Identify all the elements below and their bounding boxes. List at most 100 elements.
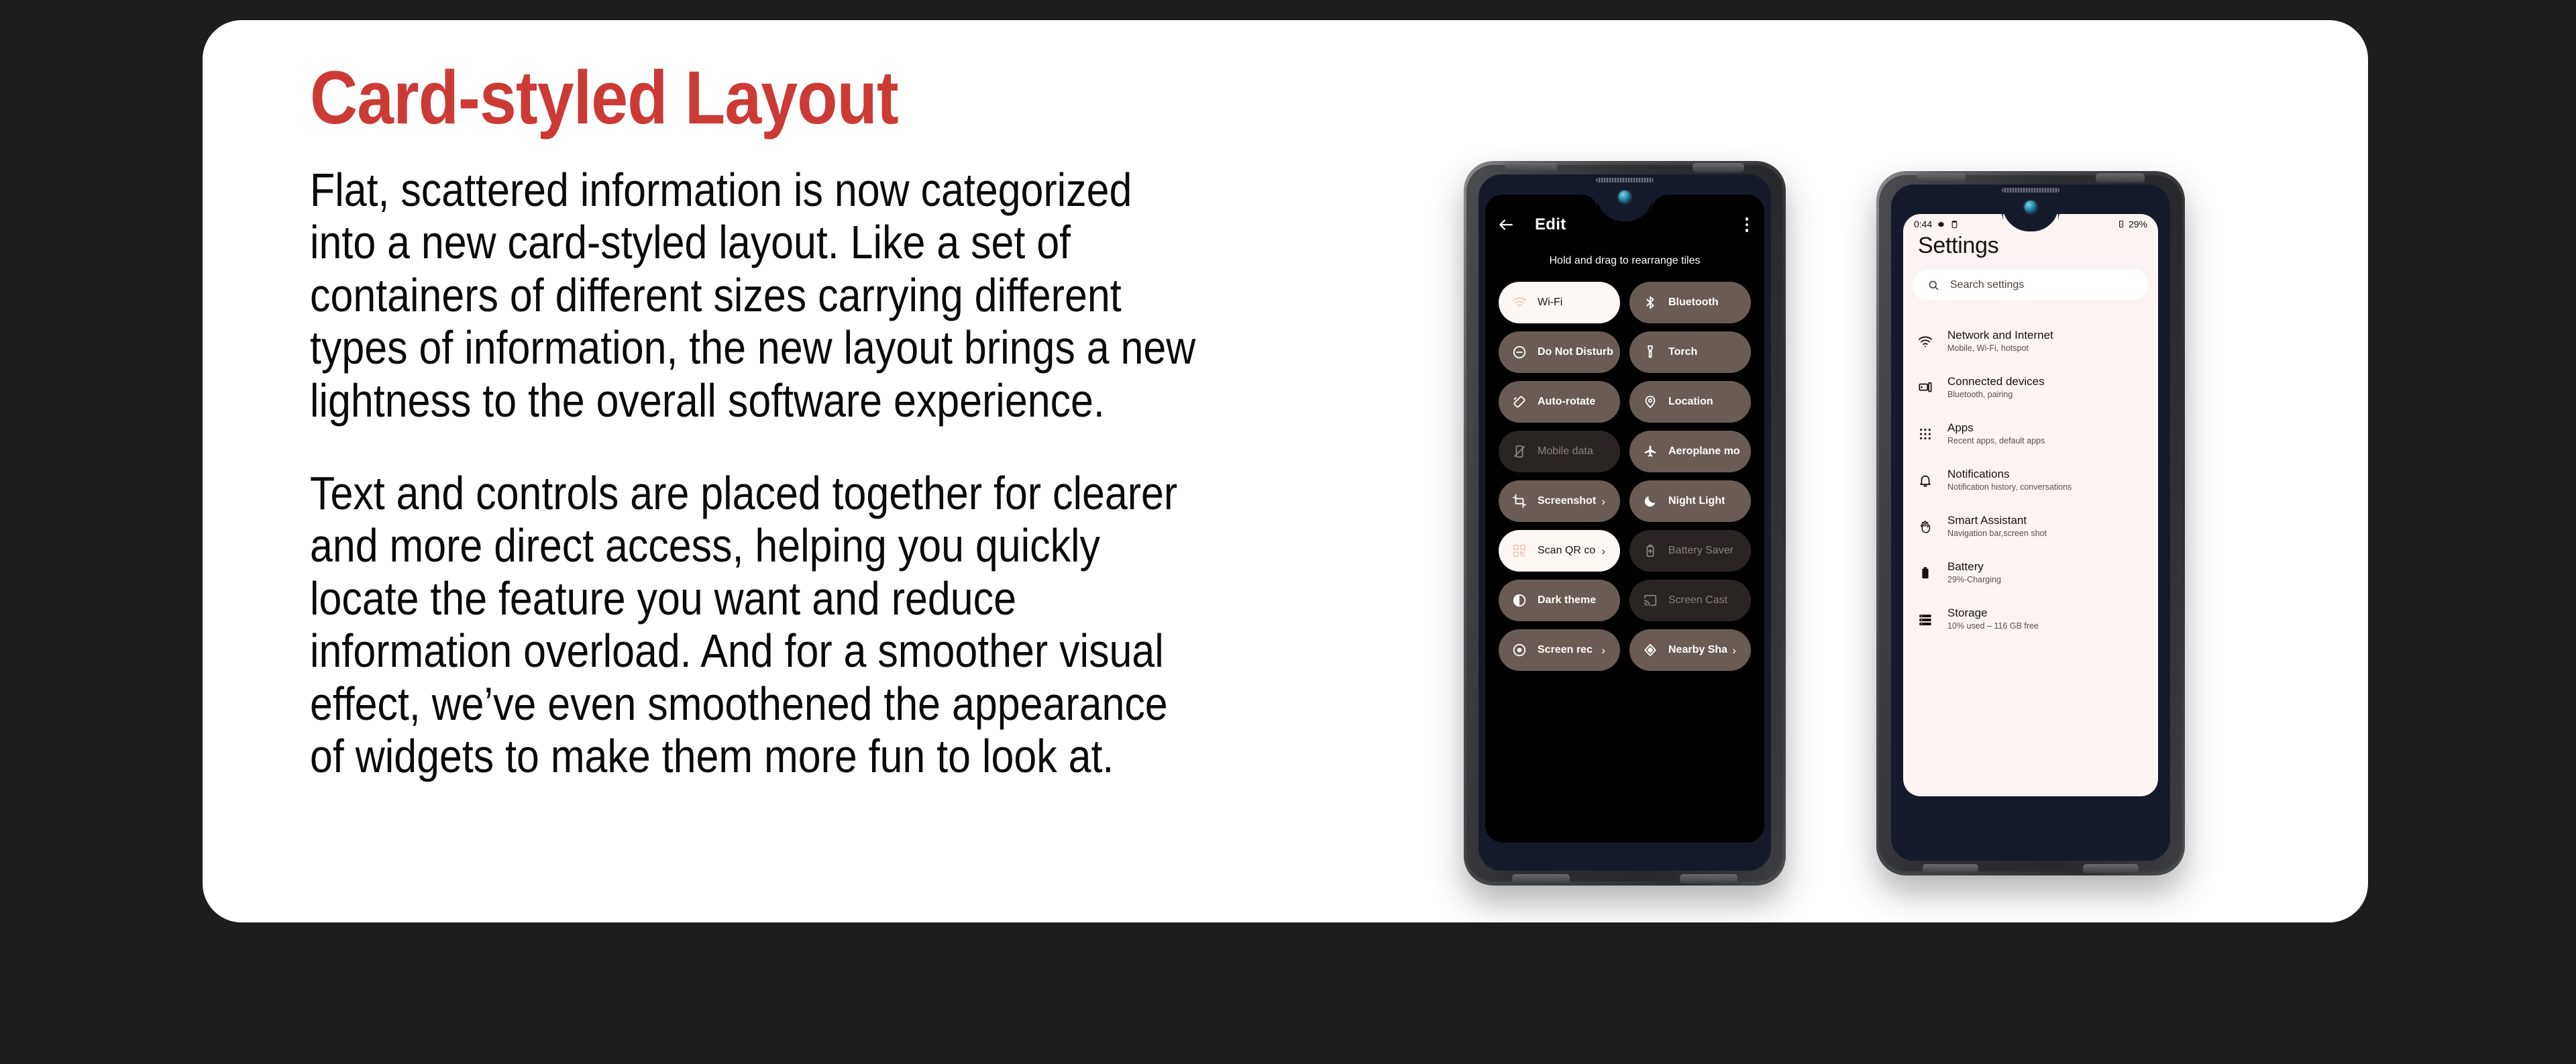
qs-tile-screen-rec[interactable]: Screen rec › bbox=[1499, 629, 1620, 671]
settings-row-text: Connected devices Bluetooth, pairing bbox=[1947, 375, 2045, 400]
bumper-rib bbox=[1512, 874, 1570, 884]
battery-saver-icon bbox=[1643, 543, 1658, 558]
phone-bezel: Edit Hold and drag to rearrange tiles Wi… bbox=[1479, 174, 1771, 871]
flashlight-icon bbox=[1643, 345, 1658, 360]
qs-tile-label: Night Light bbox=[1668, 495, 1725, 507]
chevron-right-icon: › bbox=[1601, 544, 1605, 557]
qs-tile-label: Screen Cast bbox=[1668, 594, 1728, 606]
bumper-rib bbox=[1916, 173, 1966, 182]
gear-icon bbox=[1937, 220, 1945, 229]
settings-row-subtitle: Notification history, conversations bbox=[1947, 482, 2072, 492]
qs-tile-mobile-data[interactable]: Mobile data bbox=[1499, 431, 1620, 472]
qs-tile-battery-saver[interactable]: Battery Saver bbox=[1629, 530, 1751, 572]
front-camera-icon bbox=[2024, 201, 2037, 213]
chevron-right-icon: › bbox=[1732, 643, 1736, 657]
qs-tile-label: Screenshot bbox=[1538, 495, 1597, 507]
settings-row-smart-assistant[interactable]: Smart Assistant Navigation bar,screen sho… bbox=[1903, 503, 2158, 549]
settings-row-title: Storage bbox=[1947, 606, 1988, 619]
qs-tile-scan-qr-co[interactable]: Scan QR co › bbox=[1499, 530, 1620, 572]
settings-row-battery[interactable]: Battery 29%-Charging bbox=[1903, 549, 2158, 596]
qs-tile-auto-rotate[interactable]: Auto-rotate bbox=[1499, 381, 1620, 423]
qs-tile-screen-cast[interactable]: Screen Cast bbox=[1629, 580, 1751, 621]
settings-row-connected-devices[interactable]: Connected devices Bluetooth, pairing bbox=[1903, 364, 2158, 411]
cast-icon bbox=[1643, 593, 1658, 608]
apps-grid-icon bbox=[1918, 427, 1933, 441]
qs-tile-label: Aeroplane mo bbox=[1668, 445, 1740, 457]
wifi-icon bbox=[1918, 334, 1933, 349]
settings-list: Network and Internet Mobile, Wi-Fi, hotsp… bbox=[1903, 301, 2158, 642]
status-battery-group: 29% bbox=[2117, 219, 2147, 229]
connected-devices-icon bbox=[1918, 380, 1933, 395]
settings-row-text: Network and Internet Mobile, Wi-Fi, hotsp… bbox=[1947, 329, 2053, 354]
bumper-rib bbox=[2083, 864, 2139, 873]
settings-row-storage[interactable]: Storage 10% used – 116 GB free bbox=[1903, 596, 2158, 642]
search-icon bbox=[1927, 279, 1939, 291]
phone-mockup-settings: 0:44 29% Settings Search settings Networ… bbox=[1876, 171, 2185, 875]
qs-tile-torch[interactable]: Torch bbox=[1629, 331, 1751, 373]
qs-tile-label: Scan QR co bbox=[1538, 545, 1596, 556]
qs-tile-nearby-sha[interactable]: Nearby Sha › bbox=[1629, 629, 1751, 671]
dark-theme-icon bbox=[1512, 593, 1527, 608]
phone-screen: Edit Hold and drag to rearrange tiles Wi… bbox=[1485, 195, 1764, 843]
settings-row-text: Battery 29%-Charging bbox=[1947, 560, 2001, 585]
qs-tile-bluetooth[interactable]: Bluetooth bbox=[1629, 282, 1751, 323]
auto-rotate-icon bbox=[1512, 394, 1527, 409]
bumper-rib bbox=[1923, 864, 1978, 873]
qs-tile-do-not-disturb[interactable]: Do Not Disturb bbox=[1499, 331, 1620, 373]
settings-row-subtitle: Mobile, Wi-Fi, hotspot bbox=[1947, 343, 2029, 354]
qs-tile-night-light[interactable]: Night Light bbox=[1629, 480, 1751, 522]
qs-tile-aeroplane-mo[interactable]: Aeroplane mo bbox=[1629, 431, 1751, 472]
location-pin-icon bbox=[1643, 394, 1658, 409]
settings-row-text: Apps Recent apps, default apps bbox=[1947, 421, 2045, 446]
body-paragraph-1: Flat, scattered information is now categ… bbox=[310, 164, 1196, 427]
screenshot-icon bbox=[1512, 494, 1527, 509]
earpiece-grille-icon bbox=[2002, 188, 2059, 193]
hand-icon bbox=[1918, 519, 1933, 534]
rearrange-hint: Hold and drag to rearrange tiles bbox=[1549, 255, 1701, 266]
status-time: 0:44 bbox=[1914, 219, 1933, 229]
qs-tile-label: Do Not Disturb bbox=[1538, 346, 1613, 358]
battery-percent: 29% bbox=[2128, 219, 2147, 229]
settings-row-subtitle: Recent apps, default apps bbox=[1947, 436, 2045, 446]
bumper-rib bbox=[1679, 874, 1737, 884]
settings-row-title: Apps bbox=[1947, 421, 1974, 434]
kebab-menu-icon[interactable] bbox=[1741, 215, 1753, 235]
screen-record-icon bbox=[1512, 643, 1527, 657]
phone-bezel: 0:44 29% Settings Search settings Networ… bbox=[1891, 184, 2170, 861]
body-paragraph-2: Text and controls are placed together fo… bbox=[310, 466, 1178, 782]
qs-tile-location[interactable]: Location bbox=[1629, 381, 1751, 423]
earpiece-grille-icon bbox=[1596, 178, 1654, 182]
content-card: Card-styled Layout Flat, scattered infor… bbox=[203, 20, 2368, 922]
search-placeholder: Search settings bbox=[1950, 279, 2025, 290]
chevron-right-icon: › bbox=[1601, 494, 1605, 508]
screen-title: Edit bbox=[1535, 215, 1566, 233]
arrow-left-icon[interactable] bbox=[1497, 216, 1515, 233]
qs-tile-label: Wi-Fi bbox=[1538, 297, 1563, 308]
search-settings-bar[interactable]: Search settings bbox=[1913, 270, 2149, 301]
settings-row-title: Smart Assistant bbox=[1947, 513, 2027, 527]
settings-row-notifications[interactable]: Notifications Notification history, conve… bbox=[1903, 457, 2158, 503]
settings-panel: 0:44 29% Settings Search settings Networ… bbox=[1903, 214, 2158, 796]
qs-tile-wi-fi[interactable]: Wi-Fi bbox=[1499, 282, 1620, 323]
qs-tile-dark-theme[interactable]: Dark theme bbox=[1499, 580, 1620, 621]
battery-charging-icon bbox=[2117, 220, 2126, 229]
storage-icon bbox=[1918, 612, 1933, 627]
qs-tile-screenshot[interactable]: Screenshot › bbox=[1499, 480, 1620, 522]
settings-row-title: Notifications bbox=[1947, 467, 2010, 480]
settings-row-apps[interactable]: Apps Recent apps, default apps bbox=[1903, 411, 2158, 457]
phone-mockup-quick-settings: Edit Hold and drag to rearrange tiles Wi… bbox=[1464, 161, 1786, 886]
battery-icon bbox=[1918, 566, 1933, 580]
settings-row-title: Battery bbox=[1947, 560, 1984, 573]
bell-icon bbox=[1918, 473, 1933, 488]
settings-row-subtitle: 10% used – 116 GB free bbox=[1947, 621, 2039, 631]
settings-row-subtitle: 29%-Charging bbox=[1947, 575, 2001, 585]
settings-row-network-and-internet[interactable]: Network and Internet Mobile, Wi-Fi, hotsp… bbox=[1903, 318, 2158, 364]
quick-settings-tile-grid: Wi-Fi Bluetooth Do Not Disturb Torch Auto-ro… bbox=[1485, 267, 1764, 671]
settings-row-text: Notifications Notification history, conve… bbox=[1947, 468, 2072, 492]
nearby-share-icon bbox=[1643, 643, 1658, 657]
settings-page-title: Settings bbox=[1918, 233, 1999, 258]
moon-icon bbox=[1643, 494, 1658, 509]
mobile-data-off-icon bbox=[1512, 444, 1527, 459]
qs-tile-label: Bluetooth bbox=[1668, 297, 1719, 308]
qs-tile-label: Location bbox=[1668, 396, 1713, 407]
